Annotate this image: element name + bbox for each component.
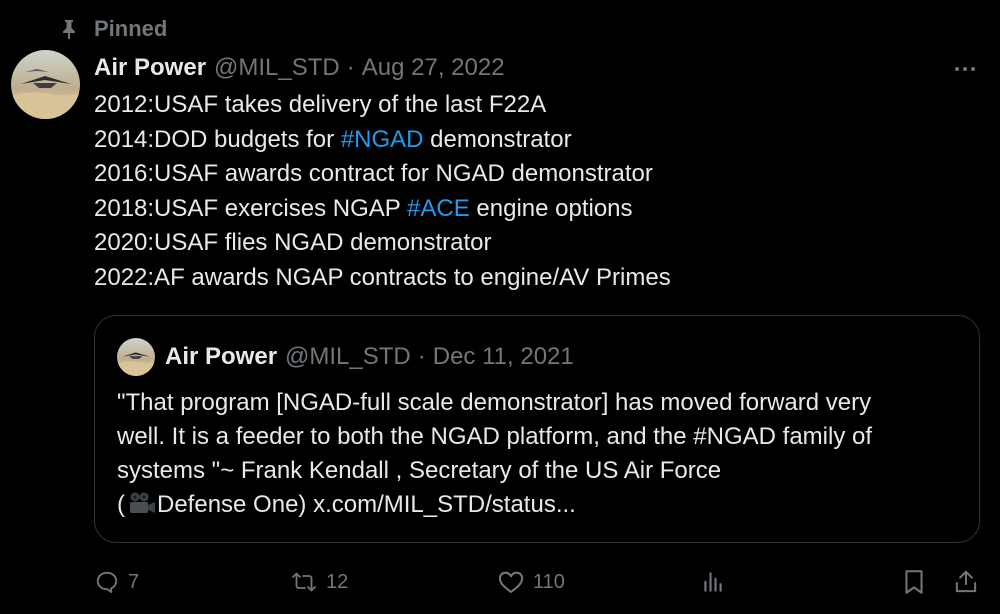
tweet-text-segment: 2018:USAF exercises NGAP [94, 194, 408, 222]
hashtag-link[interactable]: #NGAD [341, 126, 424, 153]
tweet-line: 2022:AF awards NGAP contracts to engine/… [94, 261, 671, 296]
quote-author-handle[interactable]: @MIL_STD [285, 343, 411, 371]
quote-tweet-card[interactable]: Air Power @MIL_STD · Dec 11, 2021 "That … [94, 315, 980, 543]
tweet-date[interactable]: Aug 27, 2022 [362, 54, 505, 82]
views-button[interactable] [700, 562, 726, 602]
quote-header-separator: · [417, 343, 426, 370]
author-handle[interactable]: @MIL_STD [214, 54, 340, 82]
pinned-indicator: Pinned [58, 15, 167, 43]
like-icon [497, 569, 525, 595]
action-bar: 7 12 110 [0, 562, 1000, 602]
share-button[interactable] [953, 562, 979, 602]
pinned-label: Pinned [94, 16, 168, 41]
more-dot [963, 67, 967, 71]
tweet-text-segment: 2016:USAF awards contract for NGAD demon… [94, 160, 653, 187]
hashtag-link[interactable]: #ACE [407, 195, 470, 222]
tweet-line: 2016:USAF awards contract for NGAD demon… [94, 157, 671, 192]
retweet-count: 12 [326, 570, 349, 593]
tweet-text-segment: 2012:USAF takes delivery of the last F22… [94, 91, 547, 118]
quote-avatar[interactable] [117, 338, 155, 376]
reply-icon [94, 569, 120, 595]
pin-icon [58, 18, 80, 40]
bookmark-button[interactable] [901, 562, 927, 602]
quote-line: "That program [NGAD-full scale demonstra… [117, 389, 872, 416]
retweet-icon [290, 569, 318, 595]
more-icon[interactable] [944, 56, 986, 82]
tweet-line: 2020:USAF flies NGAD demonstrator [94, 226, 671, 261]
tweet-text-segment: engine options [469, 194, 633, 222]
more-dot [955, 67, 959, 71]
like-count: 110 [533, 570, 565, 593]
share-icon [953, 568, 979, 596]
tweet-text-segment: 2014:DOD budgets for [94, 125, 341, 153]
views-icon [700, 569, 726, 595]
author-display-name[interactable]: Air Power [94, 54, 206, 82]
more-dot [971, 67, 975, 71]
bookmark-icon [901, 568, 927, 596]
retweet-button[interactable]: 12 [290, 562, 348, 602]
tweet-text-segment: 2020:USAF flies NGAD demonstrator [94, 229, 492, 256]
tweet-header: Air Power @MIL_STD · Aug 27, 2022 [94, 53, 505, 83]
tweet-text-segment: 2022:AF awards NGAP contracts to engine/… [94, 263, 671, 291]
tweet-line: 2014:DOD budgets for #NGAD demonstrator [94, 123, 671, 158]
quote-line: systems "~ Frank Kendall , Secretary of … [117, 457, 722, 484]
quote-line-open-paren: ( [117, 491, 125, 518]
tweet-line: 2018:USAF exercises NGAP #ACE engine opt… [94, 192, 671, 227]
reply-button[interactable]: 7 [94, 562, 139, 602]
quote-line-source: Defense One) x.com/MIL_STD/status... [157, 491, 576, 518]
quote-date[interactable]: Dec 11, 2021 [433, 343, 574, 371]
quote-line: ( Defense One) x.com/MIL_STD/status... [117, 488, 967, 525]
quote-text: "That program [NGAD-full scale demonstra… [117, 386, 967, 525]
quote-header: Air Power @MIL_STD · Dec 11, 2021 [165, 342, 574, 372]
tweet-text: 2012:USAF takes delivery of the last F22… [94, 88, 671, 295]
movie-camera-emoji [126, 491, 156, 525]
header-separator: · [346, 54, 355, 81]
tweet-text-segment: demonstrator [423, 125, 572, 153]
tweet-line: 2012:USAF takes delivery of the last F22… [94, 88, 671, 123]
avatar[interactable] [11, 50, 80, 119]
reply-count: 7 [128, 570, 140, 593]
quote-author-display-name[interactable]: Air Power [165, 343, 277, 371]
like-button[interactable]: 110 [497, 562, 565, 602]
quote-line: well. It is a feeder to both the NGAD pl… [117, 423, 873, 450]
